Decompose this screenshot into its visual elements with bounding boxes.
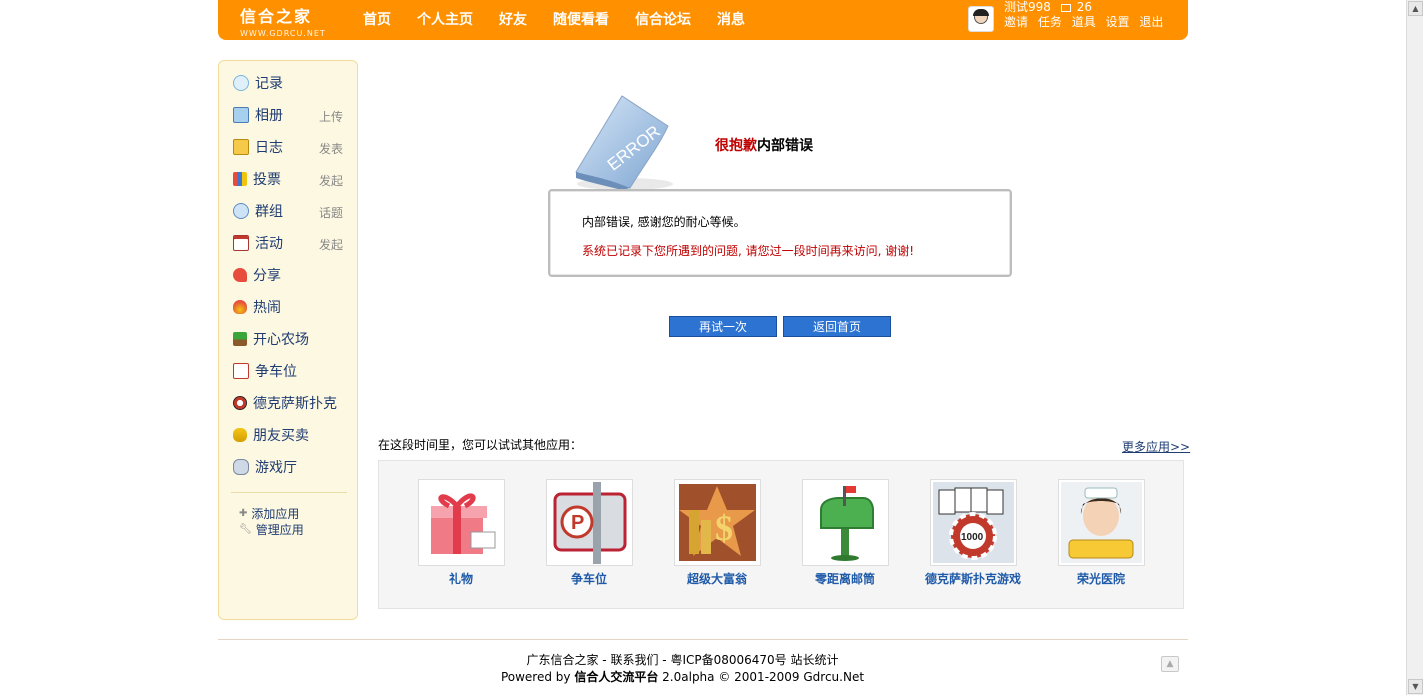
poker-cards-icon[interactable]: 1000: [929, 479, 1017, 566]
nav-profile[interactable]: 个人主页: [417, 9, 473, 29]
people-icon: [233, 203, 249, 219]
app-card-label[interactable]: 争车位: [525, 570, 653, 587]
heart-icon: [233, 268, 247, 282]
settings-link[interactable]: 设置: [1106, 15, 1130, 29]
app-card-parking[interactable]: P 争车位: [525, 479, 653, 587]
app-card-texas-poker[interactable]: 1000 德克萨斯扑克游戏: [909, 479, 1037, 587]
scroll-down-arrow-icon[interactable]: ▼: [1408, 679, 1423, 694]
app-card-label[interactable]: 德克萨斯扑克游戏: [909, 570, 1037, 587]
username[interactable]: 测试998: [1004, 0, 1051, 14]
sidebar-item-poll[interactable]: 投票 发起: [233, 168, 353, 190]
nav-browse[interactable]: 随便看看: [553, 9, 609, 29]
home-button[interactable]: 返回首页: [783, 316, 891, 337]
main-nav: 首页 个人主页 好友 随便看看 信合论坛 消息: [363, 0, 771, 38]
task-link[interactable]: 任务: [1038, 15, 1062, 29]
svg-text:P: P: [571, 512, 584, 534]
manage-app-link[interactable]: 🔧︎ 管理应用: [239, 521, 304, 538]
scroll-up-arrow-icon[interactable]: ▲: [1408, 1, 1423, 16]
gamepad-icon: [233, 459, 249, 475]
add-app-link[interactable]: ✚ 添加应用: [239, 505, 299, 522]
sidebar: 记录 相册 上传 日志 发表 投票 发起 群组 话题 活动 发起 分享 热闹 开…: [218, 60, 358, 620]
calendar-icon: [233, 235, 249, 251]
user-info: 测试998 26 邀请 任务 道具 设置 退出: [1004, 0, 1169, 30]
platform-name[interactable]: 信合人交流平台: [574, 670, 658, 684]
bar-chart-icon: [233, 172, 247, 186]
app-card-label[interactable]: 超级大富翁: [653, 570, 781, 587]
nav-home[interactable]: 首页: [363, 9, 391, 29]
sidebar-item-records[interactable]: 记录: [233, 72, 353, 94]
logo-subtext: WWW.GDRCU.NET: [240, 29, 326, 38]
sidebar-divider: [231, 492, 347, 493]
notebook-icon: [233, 139, 249, 155]
footer-site-link[interactable]: 广东信合之家: [526, 653, 598, 667]
props-link[interactable]: 道具: [1072, 15, 1096, 29]
fire-icon: [233, 300, 247, 314]
suggest-label: 在这段时间里，您可以试试其他应用：: [378, 438, 583, 452]
sidebar-item-poker[interactable]: 德克萨斯扑克: [233, 392, 353, 414]
invite-link[interactable]: 邀请: [1004, 15, 1028, 29]
error-detail: 系统已记录下您所遇到的问题, 请您过一段时间再来访问, 谢谢!: [582, 244, 915, 258]
sidebar-item-album[interactable]: 相册 上传: [233, 104, 353, 126]
avatar[interactable]: [968, 6, 994, 32]
speech-bubble-icon: [233, 75, 249, 91]
sidebar-item-hot[interactable]: 热闹: [233, 296, 353, 318]
site-logo[interactable]: 信合之家 WWW.GDRCU.NET: [240, 3, 326, 38]
parking-sign-icon[interactable]: P: [545, 479, 633, 566]
suggested-apps-panel: 礼物 P 争车位 $ 超级大富翁 零距离邮筒 1000 德克萨斯扑克游戏 荣光医…: [378, 460, 1184, 609]
app-card-label[interactable]: 荣光医院: [1037, 570, 1165, 587]
app-card-label[interactable]: 零距离邮筒: [781, 570, 909, 587]
coins-icon: [233, 428, 247, 442]
app-card-hospital[interactable]: 荣光医院: [1037, 479, 1165, 587]
logout-link[interactable]: 退出: [1139, 15, 1163, 29]
more-apps-link[interactable]: 更多应用>>: [1122, 438, 1190, 455]
sidebar-item-share[interactable]: 分享: [233, 264, 353, 286]
sidebar-item-event[interactable]: 活动 发起: [233, 232, 353, 254]
footer-icp-link[interactable]: 粤ICP备08006470号: [670, 653, 786, 667]
wrench-icon: 🔧︎: [239, 524, 252, 535]
app-card-mailbox[interactable]: 零距离邮筒: [781, 479, 909, 587]
plus-icon: ✚: [239, 508, 248, 519]
message-count[interactable]: 26: [1077, 0, 1092, 14]
app-card-label[interactable]: 礼物: [397, 570, 525, 587]
photo-icon: [233, 107, 249, 123]
top-bar: 信合之家 WWW.GDRCU.NET 首页 个人主页 好友 随便看看 信合论坛 …: [218, 0, 1188, 40]
nurse-icon[interactable]: [1057, 479, 1145, 566]
money-icon[interactable]: $: [673, 479, 761, 566]
logo-text: 信合之家: [240, 7, 313, 26]
nav-forum[interactable]: 信合论坛: [635, 9, 691, 29]
vertical-scrollbar[interactable]: ▲ ▼: [1406, 0, 1423, 695]
error-message: 内部错误, 感谢您的耐心等候。: [582, 215, 746, 229]
footer-contact-link[interactable]: 联系我们: [610, 653, 658, 667]
error-message-box: 内部错误, 感谢您的耐心等候。 系统已记录下您所遇到的问题, 请您过一段时间再来…: [548, 189, 1012, 277]
nav-messages[interactable]: 消息: [717, 9, 745, 29]
sidebar-item-blog[interactable]: 日志 发表: [233, 136, 353, 158]
message-icon: [1060, 3, 1071, 12]
sidebar-item-parking[interactable]: 争车位: [233, 360, 353, 382]
error-title: 很抱歉内部错误: [715, 138, 813, 154]
nav-friends[interactable]: 好友: [499, 9, 527, 29]
svg-text:$: $: [715, 508, 733, 548]
footer-stats-link[interactable]: 站长统计: [791, 653, 839, 667]
app-card-monopoly[interactable]: $ 超级大富翁: [653, 479, 781, 587]
parking-icon: [233, 363, 249, 379]
gift-icon[interactable]: [417, 479, 505, 566]
poker-chip-icon: [233, 396, 247, 410]
svg-text:1000: 1000: [961, 532, 984, 543]
footer-divider: [218, 639, 1188, 640]
sidebar-item-trade[interactable]: 朋友买卖: [233, 424, 353, 446]
app-card-gift[interactable]: 礼物: [397, 479, 525, 587]
mailbox-icon[interactable]: [801, 479, 889, 566]
error-paper-image: ERROR: [575, 95, 673, 190]
sprout-icon: [233, 332, 247, 346]
retry-button[interactable]: 再试一次: [669, 316, 777, 337]
sidebar-item-group[interactable]: 群组 话题: [233, 200, 353, 222]
back-to-top-icon[interactable]: ▲: [1161, 656, 1179, 672]
sidebar-item-farm[interactable]: 开心农场: [233, 328, 353, 350]
sidebar-item-games[interactable]: 游戏厅: [233, 456, 353, 478]
